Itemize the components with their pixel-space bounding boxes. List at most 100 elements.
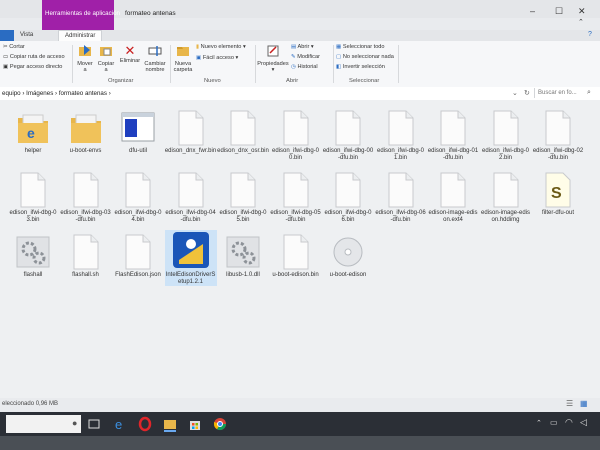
history-button[interactable]: ◷ Historial — [291, 64, 318, 70]
gear-file-icon — [217, 230, 269, 270]
file-name: flashall.sh — [72, 272, 99, 278]
tab-vista[interactable]: Vista — [20, 32, 33, 38]
invert-selection-icon: ◧ — [336, 64, 342, 70]
edit-button[interactable]: ✎ Modificar — [291, 54, 320, 60]
opera-icon[interactable] — [137, 416, 153, 432]
file-name: edison_ifwi-dbg-02-dfu.bin — [532, 148, 584, 161]
file-item[interactable]: u-boot-envs — [60, 106, 112, 155]
chrome-icon[interactable] — [212, 416, 228, 432]
file-item[interactable]: edison_ifwi-dbg-04-dfu.bin — [165, 168, 217, 224]
doc-file-icon — [480, 168, 532, 208]
easy-access-button[interactable]: ▣ Fácil acceso ▾ — [196, 55, 238, 61]
file-item[interactable]: dfu-util — [112, 106, 164, 155]
new-folder-button[interactable]: Nueva carpeta — [172, 44, 194, 74]
file-item[interactable]: edison_ifwi-dbg-00.bin — [270, 106, 322, 162]
breadcrumb-equipo[interactable]: equipo — [2, 90, 21, 97]
new-item-label: Nuevo elemento — [200, 44, 242, 50]
file-item[interactable]: edison_ifwi-dbg-01-dfu.bin — [427, 106, 479, 162]
address-bar[interactable]: equipo › Imágenes › formateo antenas › ⌄… — [0, 87, 600, 101]
invert-selection-button[interactable]: ◧ Invertir selección — [336, 64, 385, 70]
select-none-button[interactable]: ▢ No seleccionar nada — [336, 54, 394, 60]
address-dropdown-icon[interactable]: ⌄ — [512, 89, 518, 97]
new-item-button[interactable]: ▮ Nuevo elemento ▾ — [196, 44, 246, 50]
file-explorer-icon[interactable] — [162, 416, 178, 432]
file-item[interactable]: flashall.sh — [60, 230, 112, 279]
maximize-icon[interactable]: ☐ — [555, 6, 563, 17]
cut-button[interactable]: ✂ Cortar — [3, 44, 25, 50]
chevron-up-icon[interactable]: ⌃ — [578, 18, 584, 26]
file-name: libusb-1.0.dll — [226, 272, 260, 278]
delete-button[interactable]: ✕ Eliminar — [118, 44, 142, 65]
file-item[interactable]: IntelEdisonDriverSetup1.2.1 — [164, 230, 217, 286]
search-input[interactable]: Buscar en fo... — [538, 90, 577, 96]
doc-file-icon — [112, 168, 164, 208]
rename-button[interactable]: Cambiar nombre — [143, 44, 167, 74]
context-tab-label[interactable]: Herramientas de aplicación — [45, 10, 120, 17]
file-item[interactable]: edison_ifwi-dbg-02-dfu.bin — [532, 106, 584, 162]
file-item[interactable]: edison_ifwi-dbg-01.bin — [375, 106, 427, 162]
network-icon[interactable]: ▭ — [550, 418, 558, 427]
tab-administrar[interactable]: Administrar — [58, 30, 103, 41]
file-item[interactable]: u-boot-edison — [322, 230, 374, 279]
task-view-icon[interactable] — [86, 416, 102, 432]
file-item[interactable]: edison_ifwi-dbg-00-dfu.bin — [322, 106, 374, 162]
edge-icon[interactable]: e — [112, 416, 128, 432]
title-bar: Herramientas de aplicación formateo ante… — [0, 0, 600, 30]
file-item[interactable]: edison-image-edison.ext4 — [427, 168, 479, 224]
open-label: Abrir — [297, 44, 310, 50]
file-item[interactable]: Sfilter-dfu-out — [532, 168, 584, 217]
details-view-icon[interactable]: ☰ — [566, 399, 573, 408]
store-icon[interactable] — [187, 416, 203, 432]
file-item[interactable]: edison_ifwi-dbg-04.bin — [112, 168, 164, 224]
select-all-button[interactable]: ▦ Seleccionar todo — [336, 44, 385, 50]
svg-text:S: S — [551, 185, 562, 202]
doc-file-icon — [60, 168, 112, 208]
properties-button[interactable]: Propiedades ▾ — [257, 44, 289, 74]
ribbon-separator — [170, 45, 171, 83]
doc-file-icon — [322, 168, 374, 208]
refresh-icon[interactable]: ↻ — [524, 89, 530, 97]
wifi-icon[interactable]: ◠ — [565, 417, 573, 428]
file-name: edison_ifwi-dbg-06.bin — [324, 210, 372, 223]
file-item[interactable]: edison_ifwi-dbg-03-dfu.bin — [60, 168, 112, 224]
copy-to-label-2: a — [104, 67, 108, 73]
status-text: eleccionado 0,96 MB — [2, 401, 59, 407]
volume-icon[interactable]: ◁ — [580, 417, 587, 428]
file-item[interactable]: e helper — [7, 106, 59, 155]
file-item[interactable]: edison_ifwi-dbg-05-dfu.bin — [270, 168, 322, 224]
taskbar-search-box[interactable]: ● — [6, 415, 81, 433]
help-icon[interactable]: ? — [588, 31, 592, 38]
paste-shortcut-button[interactable]: ▣ Pegar acceso directo — [3, 64, 62, 70]
file-item[interactable]: edison_ifwi-dbg-03.bin — [7, 168, 59, 224]
minimize-icon[interactable]: – — [530, 6, 535, 16]
doc-file-icon — [375, 168, 427, 208]
copy-path-button[interactable]: ▭ Copiar ruta de acceso — [3, 54, 65, 60]
file-item[interactable]: edison_ifwi-dbg-06.bin — [322, 168, 374, 224]
move-to-button[interactable]: Mover a — [75, 44, 95, 74]
system-tray-chevron-icon[interactable]: ⌃ — [536, 419, 542, 427]
new-folder-label-2: carpeta — [173, 67, 193, 73]
file-item[interactable]: u-boot-edison.bin — [270, 230, 322, 279]
breadcrumb-formateo-antenas[interactable]: formateo antenas — [59, 90, 107, 97]
file-item[interactable]: edison_ifwi-dbg-02.bin — [480, 106, 532, 162]
new-item-icon: ▮ — [196, 44, 200, 50]
file-name: IntelEdisonDriverSetup1.2.1 — [165, 272, 216, 285]
open-button[interactable]: ▤ Abrir ▾ — [291, 44, 314, 50]
close-icon[interactable]: ✕ — [578, 6, 586, 17]
file-item[interactable]: edison_dnx_osr.bin — [217, 106, 269, 155]
large-icons-view-icon[interactable]: ▦ — [580, 399, 588, 408]
file-item[interactable]: flashall — [7, 230, 59, 279]
file-item[interactable]: edison_ifwi-dbg-06-dfu.bin — [375, 168, 427, 224]
file-item[interactable]: edison-image-edison.hddimg — [480, 168, 532, 224]
file-item[interactable]: edison_dnx_fwr.bin — [165, 106, 217, 155]
copy-to-button[interactable]: Copiar a — [96, 44, 116, 74]
search-box[interactable]: Buscar en fo... ⌕ — [534, 88, 595, 98]
doc-file-icon — [270, 168, 322, 208]
file-item[interactable]: edison_ifwi-dbg-05.bin — [217, 168, 269, 224]
tab-file[interactable] — [0, 30, 14, 41]
file-item[interactable]: FlashEdison.json — [112, 230, 164, 279]
breadcrumb-imagenes[interactable]: Imágenes — [26, 90, 53, 97]
file-name: edison_ifwi-dbg-00-dfu.bin — [322, 148, 374, 161]
microphone-icon[interactable]: ● — [72, 418, 77, 428]
file-item[interactable]: libusb-1.0.dll — [217, 230, 269, 279]
